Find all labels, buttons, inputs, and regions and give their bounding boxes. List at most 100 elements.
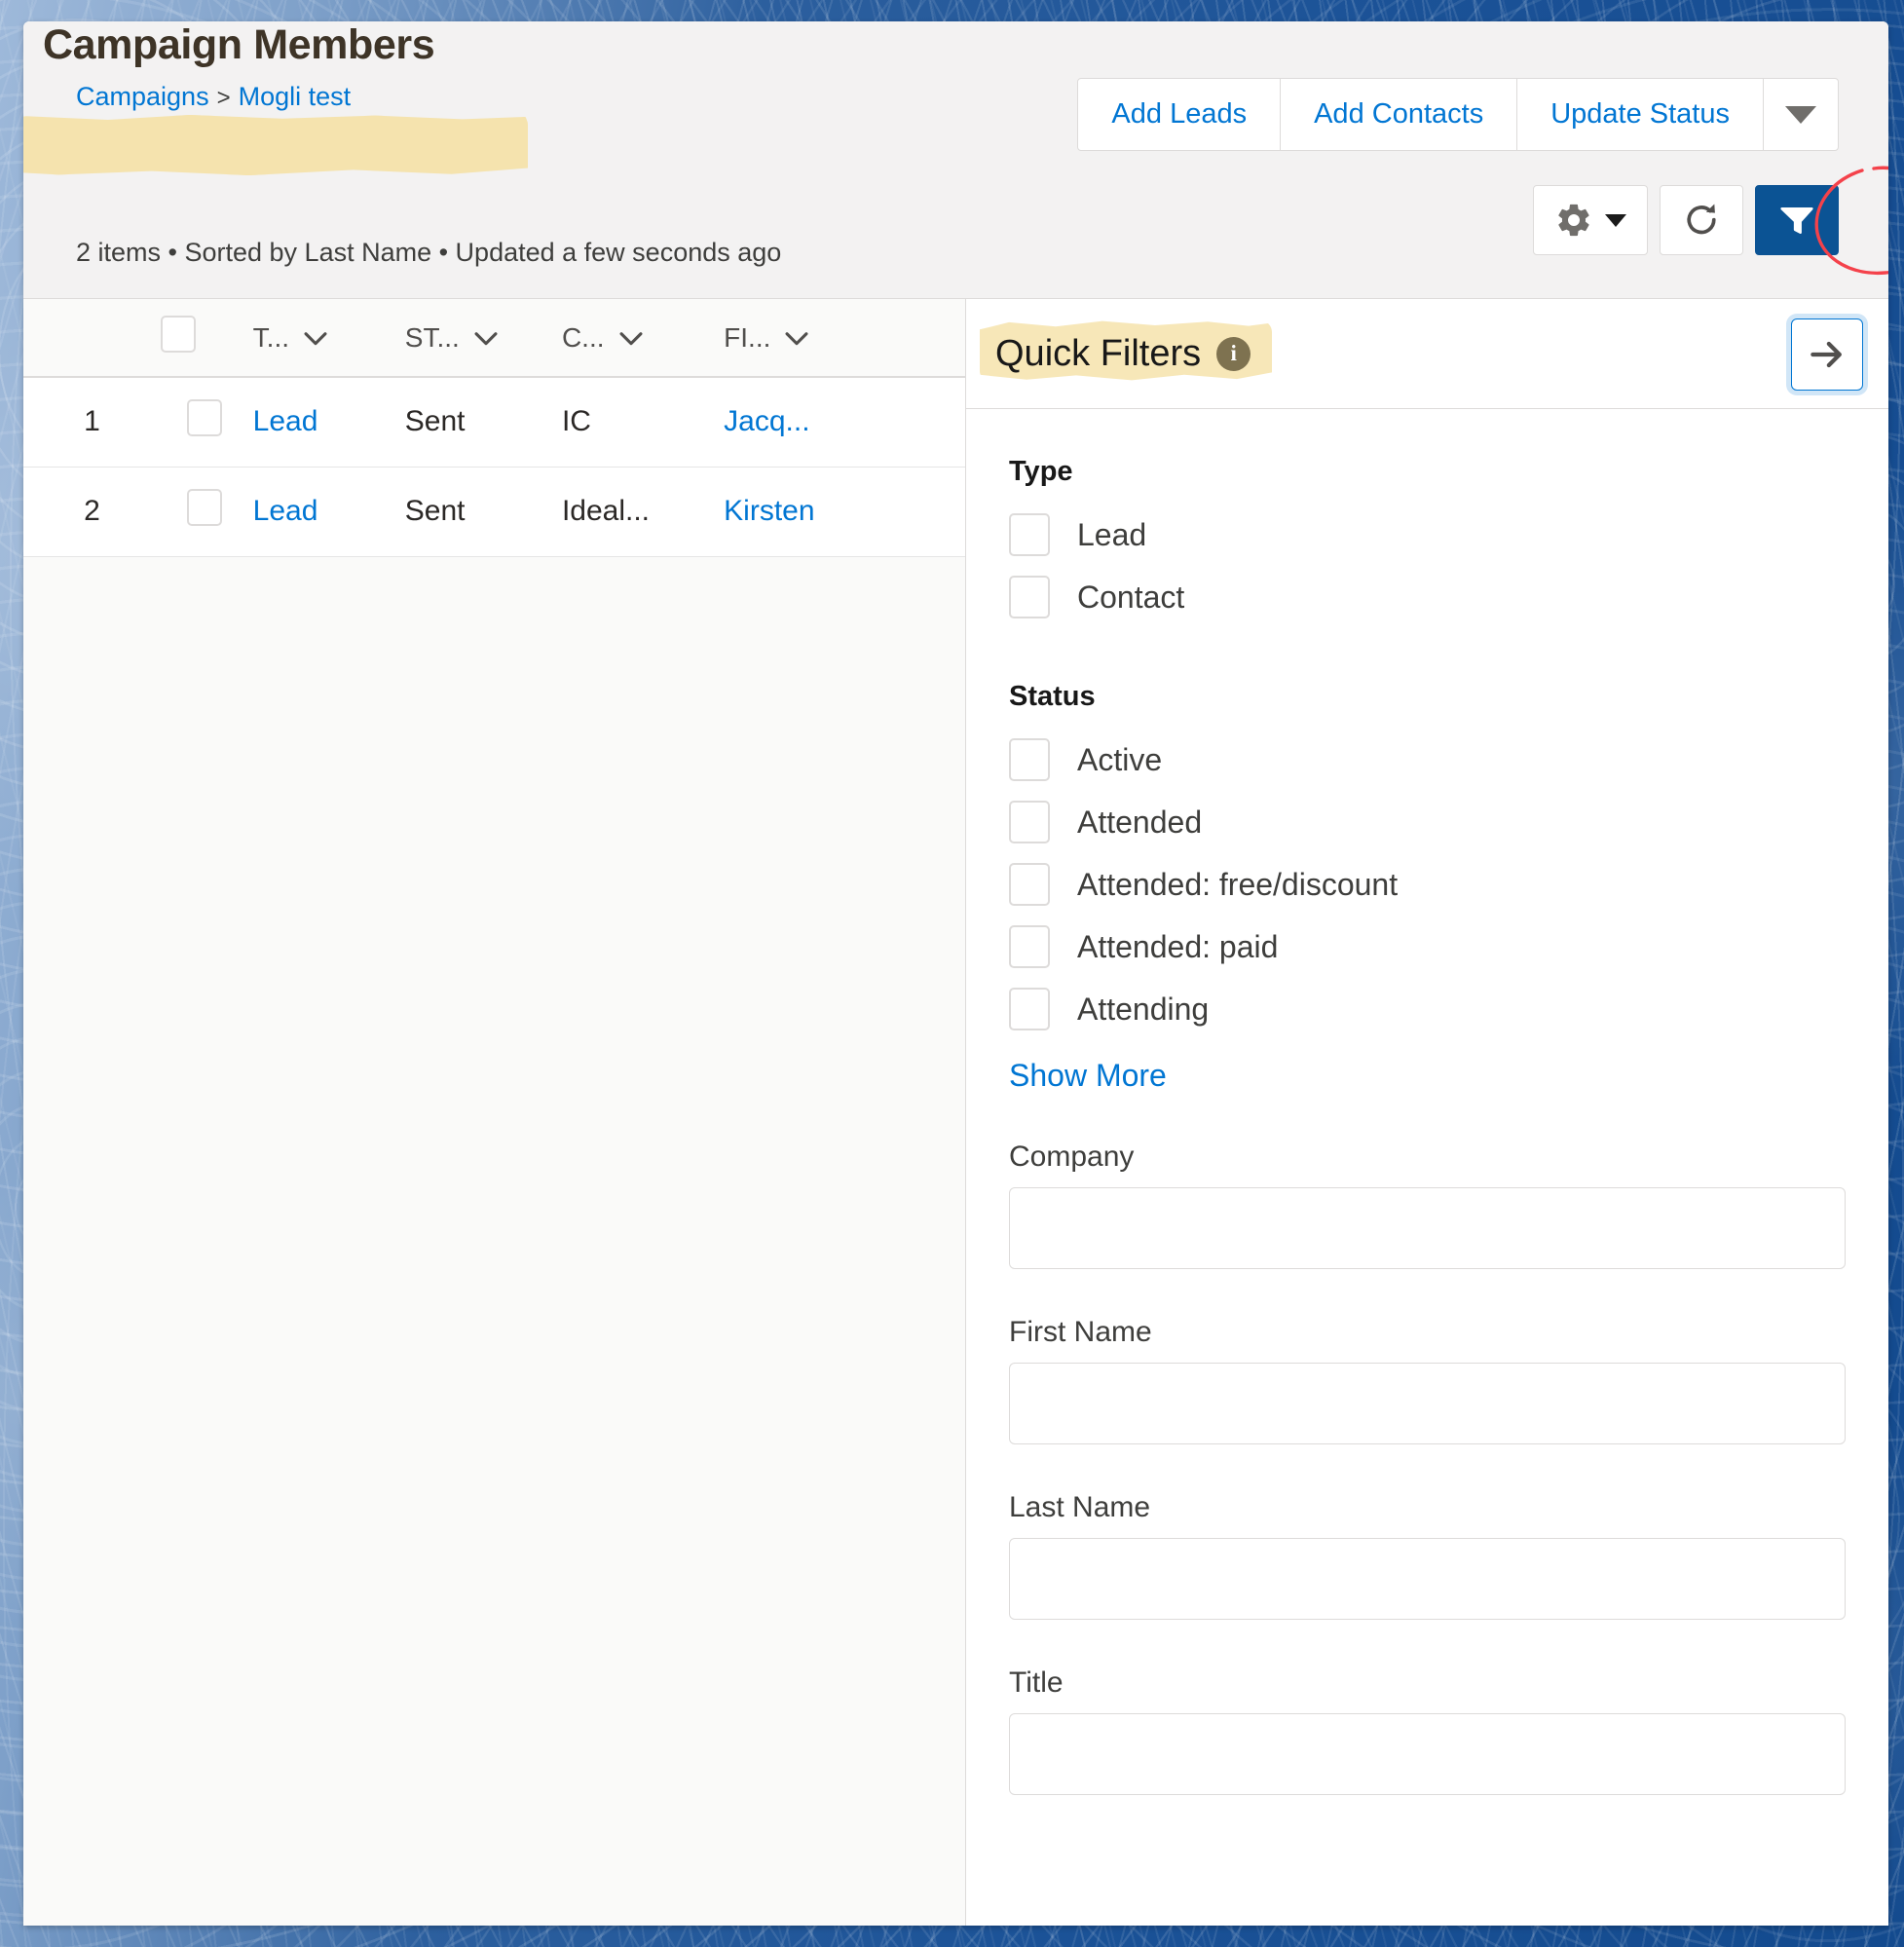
chevron-down-icon[interactable] [469, 321, 503, 355]
gear-icon [1554, 201, 1593, 240]
select-all-checkbox[interactable] [161, 316, 196, 353]
active-checkbox[interactable] [1009, 738, 1050, 781]
th-first-name[interactable]: FI... [720, 299, 965, 377]
cell-first-name[interactable]: Kirsten [720, 467, 965, 556]
row-number: 2 [23, 467, 161, 556]
th-type[interactable]: T... [249, 299, 401, 377]
filter-option-attended-free-discount[interactable]: Attended: free/discount [1009, 853, 1846, 916]
first-name-link[interactable]: Jacq... [724, 405, 809, 437]
first-name-field-label: First Name [1009, 1316, 1846, 1349]
page-title: Campaign Members [43, 21, 434, 69]
show-more-link[interactable]: Show More [1009, 1058, 1167, 1094]
th-row-number [23, 299, 161, 377]
filter-icon [1776, 200, 1817, 241]
field-title: Title [1009, 1666, 1846, 1795]
chevron-down-icon[interactable] [299, 321, 332, 355]
attended-paid-checkbox[interactable] [1009, 925, 1050, 968]
list-view-controls-button[interactable] [1533, 185, 1648, 255]
breadcrumb-separator: > [217, 85, 231, 111]
row-select-cell[interactable] [161, 467, 249, 556]
refresh-button[interactable] [1660, 185, 1743, 255]
app-card: Campaigns > Mogli test Campaign Members 2 … [23, 21, 1888, 1926]
quick-filters-panel: Quick Filters i Type Lead Contact [966, 299, 1888, 1926]
filter-option-attended-paid[interactable]: Attended: paid [1009, 916, 1846, 978]
record-count-meta: 2 items • Sorted by Last Name • Updated … [76, 238, 781, 268]
attended-free-discount-checkbox[interactable] [1009, 863, 1050, 906]
table-row[interactable]: 1 Lead Sent IC [23, 377, 965, 467]
title-field-label: Title [1009, 1666, 1846, 1700]
title-highlight-annotation [23, 115, 528, 175]
campaign-members-list: T... ST... [23, 299, 966, 1926]
active-label: Active [1077, 742, 1162, 778]
field-first-name: First Name [1009, 1316, 1846, 1444]
th-status-label: ST... [405, 322, 460, 354]
filter-option-contact[interactable]: Contact [1009, 566, 1846, 628]
add-leads-button[interactable]: Add Leads [1077, 78, 1281, 151]
filter-option-attending[interactable]: Attending [1009, 978, 1846, 1040]
status-value: Sent [401, 495, 558, 528]
company-field-label: Company [1009, 1141, 1846, 1174]
cell-first-name[interactable]: Jacq... [720, 377, 965, 467]
contact-checkbox[interactable] [1009, 576, 1050, 618]
breadcrumb-mogli-test-link[interactable]: Mogli test [239, 82, 352, 111]
list-toolbar-icons [1521, 185, 1839, 255]
collapse-filters-button[interactable] [1791, 318, 1863, 391]
row-checkbox[interactable] [187, 399, 222, 436]
chevron-down-icon [1785, 106, 1816, 124]
attended-label: Attended [1077, 805, 1202, 841]
filter-option-attended[interactable]: Attended [1009, 791, 1846, 853]
attending-label: Attending [1077, 992, 1209, 1028]
contact-label: Contact [1077, 580, 1184, 616]
last-name-input[interactable] [1009, 1538, 1846, 1620]
type-link[interactable]: Lead [253, 495, 318, 527]
breadcrumb-campaigns-link[interactable]: Campaigns [76, 82, 209, 111]
cell-status: Sent [401, 467, 558, 556]
quick-filters-title: Quick Filters [995, 333, 1201, 375]
cell-company: Ideal... [558, 467, 720, 556]
attended-paid-label: Attended: paid [1077, 929, 1278, 965]
attended-checkbox[interactable] [1009, 801, 1050, 843]
title-input[interactable] [1009, 1713, 1846, 1795]
company-value: IC [558, 405, 720, 438]
chevron-down-icon[interactable] [615, 321, 648, 355]
th-type-label: T... [253, 322, 289, 354]
last-name-field-label: Last Name [1009, 1491, 1846, 1524]
header-action-button-group: Add Leads Add Contacts Update Status [1077, 78, 1839, 151]
chevron-down-icon[interactable] [780, 321, 813, 355]
company-input[interactable] [1009, 1187, 1846, 1269]
filter-option-lead[interactable]: Lead [1009, 504, 1846, 566]
filter-option-active[interactable]: Active [1009, 729, 1846, 791]
first-name-link[interactable]: Kirsten [724, 495, 814, 527]
first-name-input[interactable] [1009, 1363, 1846, 1444]
campaign-members-table: T... ST... [23, 299, 965, 557]
th-company[interactable]: C... [558, 299, 720, 377]
row-select-cell[interactable] [161, 377, 249, 467]
table-row[interactable]: 2 Lead Sent Ideal... [23, 467, 965, 556]
attending-checkbox[interactable] [1009, 988, 1050, 1030]
cell-status: Sent [401, 377, 558, 467]
attended-free-discount-label: Attended: free/discount [1077, 867, 1398, 903]
add-contacts-button[interactable]: Add Contacts [1280, 78, 1517, 151]
more-actions-button[interactable] [1763, 78, 1839, 151]
refresh-icon [1681, 200, 1722, 241]
cell-type[interactable]: Lead [249, 467, 401, 556]
th-select-all[interactable] [161, 299, 249, 377]
lead-checkbox[interactable] [1009, 513, 1050, 556]
field-company: Company [1009, 1141, 1846, 1269]
info-icon[interactable]: i [1216, 337, 1251, 371]
arrow-right-icon [1806, 333, 1848, 376]
update-status-button[interactable]: Update Status [1516, 78, 1764, 151]
row-checkbox[interactable] [187, 489, 222, 526]
table-header-row: T... ST... [23, 299, 965, 377]
breadcrumb: Campaigns > Mogli test [76, 82, 351, 112]
filter-toggle-button[interactable] [1755, 185, 1839, 255]
quick-filters-title-group: Quick Filters i [995, 333, 1251, 375]
company-value: Ideal... [558, 495, 720, 528]
content-area: T... ST... [23, 299, 1888, 1926]
cell-type[interactable]: Lead [249, 377, 401, 467]
th-status[interactable]: ST... [401, 299, 558, 377]
field-last-name: Last Name [1009, 1491, 1846, 1620]
type-link[interactable]: Lead [253, 405, 318, 437]
chevron-down-icon [1605, 214, 1626, 227]
row-number: 1 [23, 377, 161, 467]
